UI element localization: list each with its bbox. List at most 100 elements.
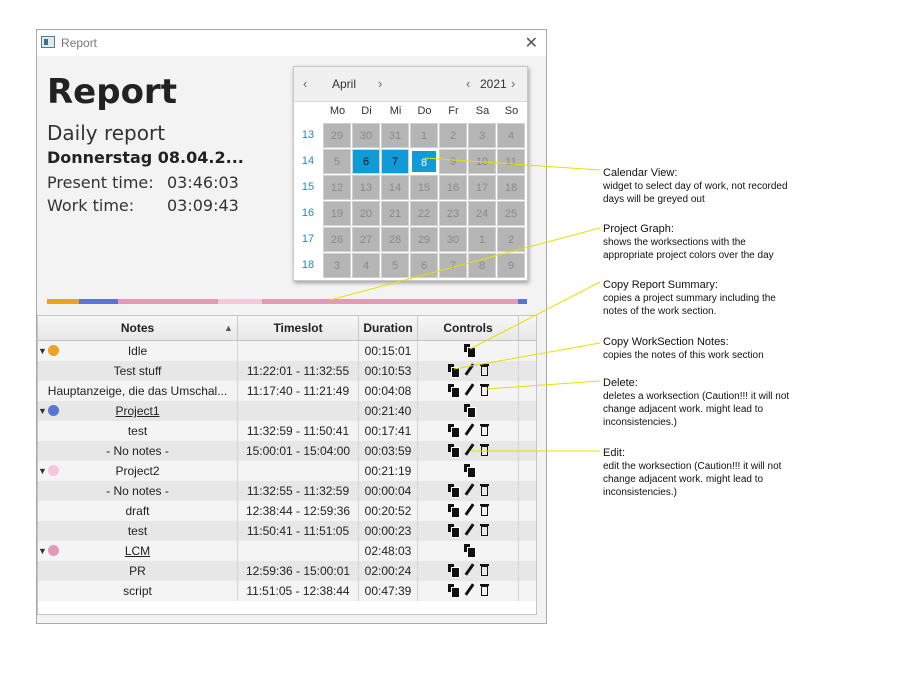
calendar-day[interactable]: 8 xyxy=(468,253,496,278)
calendar-day[interactable]: 5 xyxy=(381,253,409,278)
prev-year-icon[interactable]: ‹ xyxy=(466,76,470,91)
table-row[interactable]: test 11:50:41 - 11:51:05 00:00:23 xyxy=(38,521,536,541)
next-month-icon[interactable]: › xyxy=(378,76,382,91)
table-row[interactable]: PR 12:59:36 - 15:00:01 02:00:24 xyxy=(38,561,536,581)
table-row[interactable]: - No notes - 11:32:55 - 11:32:59 00:00:04 xyxy=(38,481,536,501)
copy-summary-icon[interactable] xyxy=(463,403,476,418)
calendar-day[interactable]: 7 xyxy=(381,149,409,174)
prev-month-icon[interactable]: ‹ xyxy=(303,76,307,91)
copy-summary-icon[interactable] xyxy=(463,543,476,558)
expand-triangle-icon[interactable]: ▼ xyxy=(38,341,47,361)
trash-icon[interactable] xyxy=(479,523,491,537)
trash-icon[interactable] xyxy=(479,483,491,497)
copy-notes-icon[interactable] xyxy=(447,423,460,438)
table-row[interactable]: Test stuff 11:22:01 - 11:32:55 00:10:53 xyxy=(38,361,536,381)
trash-icon[interactable] xyxy=(479,563,491,577)
copy-summary-icon[interactable] xyxy=(463,463,476,478)
copy-notes-icon[interactable] xyxy=(447,523,460,538)
pencil-icon[interactable] xyxy=(463,563,475,577)
calendar-day[interactable]: 2 xyxy=(439,123,467,148)
project-group-row[interactable]: ▼ Project1 00:21:40 xyxy=(38,401,536,421)
project-group-row[interactable]: ▼ Idle 00:15:01 xyxy=(38,341,536,361)
pencil-icon[interactable] xyxy=(463,423,475,437)
pencil-icon[interactable] xyxy=(463,503,475,517)
calendar-day[interactable]: 26 xyxy=(323,227,351,252)
calendar-day[interactable]: 30 xyxy=(352,123,380,148)
table-row[interactable]: script 11:51:05 - 12:38:44 00:47:39 xyxy=(38,581,536,601)
expand-triangle-icon[interactable]: ▼ xyxy=(38,461,47,481)
calendar-day[interactable]: 14 xyxy=(381,175,409,200)
calendar-day[interactable]: 1 xyxy=(468,227,496,252)
copy-notes-icon[interactable] xyxy=(447,483,460,498)
calendar-day[interactable]: 10 xyxy=(468,149,496,174)
column-timeslot[interactable]: Timeslot xyxy=(238,316,359,340)
trash-icon[interactable] xyxy=(479,503,491,517)
calendar-day[interactable]: 16 xyxy=(439,175,467,200)
calendar-day[interactable]: 11 xyxy=(497,149,525,174)
trash-icon[interactable] xyxy=(479,383,491,397)
calendar-day[interactable]: 6 xyxy=(352,149,380,174)
calendar-day[interactable]: 9 xyxy=(497,253,525,278)
copy-notes-icon[interactable] xyxy=(447,563,460,578)
calendar-day[interactable]: 7 xyxy=(439,253,467,278)
project-group-row[interactable]: ▼ LCM 02:48:03 xyxy=(38,541,536,561)
calendar-day[interactable]: 29 xyxy=(323,123,351,148)
pencil-icon[interactable] xyxy=(463,363,475,377)
project-group-row[interactable]: ▼ Project2 00:21:19 xyxy=(38,461,536,481)
column-notes[interactable]: Notes ▲ xyxy=(38,316,238,340)
column-duration[interactable]: Duration xyxy=(359,316,418,340)
trash-icon[interactable] xyxy=(479,363,491,377)
calendar-day[interactable]: 29 xyxy=(410,227,438,252)
expand-triangle-icon[interactable]: ▼ xyxy=(38,541,47,561)
pencil-icon[interactable] xyxy=(463,523,475,537)
table-row[interactable]: - No notes - 15:00:01 - 15:04:00 00:03:59 xyxy=(38,441,536,461)
calendar-day[interactable]: 22 xyxy=(410,201,438,226)
calendar-day[interactable]: 27 xyxy=(352,227,380,252)
copy-notes-icon[interactable] xyxy=(447,503,460,518)
calendar-day[interactable]: 13 xyxy=(352,175,380,200)
pencil-icon[interactable] xyxy=(463,583,475,597)
column-controls[interactable]: Controls xyxy=(418,316,519,340)
calendar-day[interactable]: 19 xyxy=(323,201,351,226)
trash-icon[interactable] xyxy=(479,423,491,437)
copy-summary-icon[interactable] xyxy=(463,343,476,358)
calendar-day[interactable]: 15 xyxy=(410,175,438,200)
calendar-day[interactable]: 17 xyxy=(468,175,496,200)
table-row[interactable]: test 11:32:59 - 11:50:41 00:17:41 xyxy=(38,421,536,441)
trash-icon[interactable] xyxy=(479,583,491,597)
copy-notes-icon[interactable] xyxy=(447,363,460,378)
calendar-day[interactable]: 21 xyxy=(381,201,409,226)
calendar-day[interactable]: 18 xyxy=(497,175,525,200)
calendar-day[interactable]: 6 xyxy=(410,253,438,278)
calendar-day[interactable]: 20 xyxy=(352,201,380,226)
table-row[interactable]: Hauptanzeige, die das Umschal... 11:17:40… xyxy=(38,381,536,401)
calendar-day[interactable]: 28 xyxy=(381,227,409,252)
calendar-day[interactable]: 3 xyxy=(323,253,351,278)
copy-notes-icon[interactable] xyxy=(447,443,460,458)
calendar-day[interactable]: 2 xyxy=(497,227,525,252)
next-year-icon[interactable]: › xyxy=(511,76,515,91)
calendar-day[interactable]: 23 xyxy=(439,201,467,226)
calendar-day[interactable]: 1 xyxy=(410,123,438,148)
close-icon[interactable]: ✕ xyxy=(525,33,538,53)
calendar-day[interactable]: 3 xyxy=(468,123,496,148)
calendar-day[interactable]: 5 xyxy=(323,149,351,174)
calendar-day[interactable]: 8 xyxy=(410,149,438,174)
calendar-day[interactable]: 24 xyxy=(468,201,496,226)
calendar-day[interactable]: 12 xyxy=(323,175,351,200)
pencil-icon[interactable] xyxy=(463,383,475,397)
calendar-day[interactable]: 31 xyxy=(381,123,409,148)
trash-icon[interactable] xyxy=(479,443,491,457)
pencil-icon[interactable] xyxy=(463,443,475,457)
calendar-day[interactable]: 4 xyxy=(497,123,525,148)
expand-triangle-icon[interactable]: ▼ xyxy=(38,401,47,421)
weekday-label: Mo xyxy=(329,105,346,117)
table-row[interactable]: draft 12:38:44 - 12:59:36 00:20:52 xyxy=(38,501,536,521)
calendar-day[interactable]: 9 xyxy=(439,149,467,174)
calendar-day[interactable]: 4 xyxy=(352,253,380,278)
calendar-day[interactable]: 30 xyxy=(439,227,467,252)
pencil-icon[interactable] xyxy=(463,483,475,497)
calendar-day[interactable]: 25 xyxy=(497,201,525,226)
copy-notes-icon[interactable] xyxy=(447,583,460,598)
copy-notes-icon[interactable] xyxy=(447,383,460,398)
